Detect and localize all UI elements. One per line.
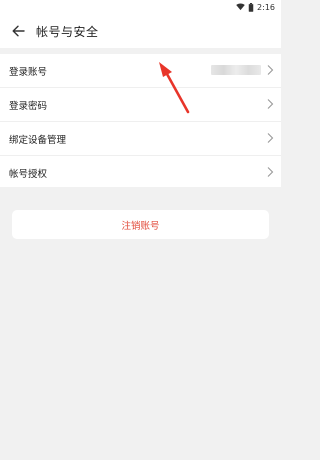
page-title: 帐号与安全 bbox=[36, 24, 99, 39]
battery-icon bbox=[248, 2, 254, 12]
chevron-right-icon bbox=[267, 65, 274, 75]
chevron-right-icon bbox=[267, 167, 274, 177]
status-bar: 2:16 bbox=[0, 0, 281, 14]
chevron-right-icon bbox=[267, 133, 274, 143]
settings-item-label: 登录密码 bbox=[9, 100, 48, 112]
wifi-icon bbox=[236, 3, 245, 11]
status-icons: 2:16 bbox=[236, 1, 275, 13]
settings-item-device-management[interactable]: 绑定设备管理 bbox=[0, 122, 281, 156]
status-time: 2:16 bbox=[257, 2, 275, 12]
app-bar: 帐号与安全 bbox=[0, 14, 281, 48]
settings-item-login-account[interactable]: 登录账号 bbox=[0, 54, 281, 88]
settings-item-account-authorization[interactable]: 帐号授权 bbox=[0, 156, 281, 189]
back-button[interactable] bbox=[7, 20, 29, 42]
chevron-right-icon bbox=[267, 99, 274, 109]
settings-list: 登录账号 登录密码 绑定设备管理 帐号授权 bbox=[0, 54, 281, 187]
logout-label: 注销账号 bbox=[121, 220, 160, 232]
settings-item-label: 帐号授权 bbox=[9, 168, 48, 180]
settings-item-label: 绑定设备管理 bbox=[9, 134, 67, 146]
obscured-account-value bbox=[211, 65, 261, 75]
back-arrow-icon bbox=[12, 25, 25, 37]
settings-item-label: 登录账号 bbox=[9, 66, 48, 78]
logout-button[interactable]: 注销账号 bbox=[12, 210, 269, 239]
settings-item-login-password[interactable]: 登录密码 bbox=[0, 88, 281, 122]
